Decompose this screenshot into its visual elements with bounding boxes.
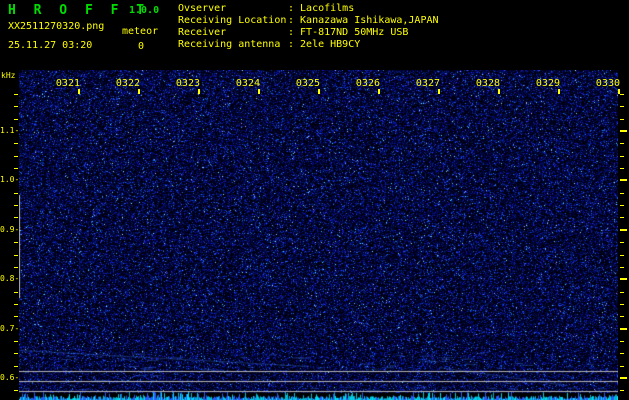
x-tick-label: 0329 (535, 78, 560, 89)
info-value: : Lacofilms (288, 3, 355, 14)
y-minor-tick-right (620, 168, 624, 170)
y-minor-tick-right (620, 242, 624, 244)
timestamp: 25.11.27 03:20 (8, 40, 93, 51)
info-value: : 2ele HB9CY (288, 39, 361, 50)
y-minor-tick-right (620, 316, 624, 318)
y-minor-tick-left (14, 266, 18, 268)
info-label: Receiving Location (178, 15, 287, 26)
y-major-tick-right (620, 228, 627, 231)
y-minor-tick-right (620, 266, 624, 268)
info-label: Receiver (178, 27, 227, 38)
info-value: : Kanazawa Ishikawa,JAPAN (288, 15, 439, 26)
y-minor-tick-left (14, 155, 18, 157)
x-tick-mark (378, 89, 380, 94)
y-major-tick-label: 0.8- (0, 274, 20, 284)
y-minor-tick-right (620, 93, 624, 95)
y-minor-tick-right (620, 291, 624, 293)
x-tick-label: 0321 (55, 78, 80, 89)
y-minor-tick-right (620, 353, 624, 355)
y-minor-tick-left (14, 365, 18, 367)
y-minor-tick-right (620, 143, 624, 145)
x-tick-label: 0325 (295, 78, 320, 89)
y-minor-tick-left (14, 353, 18, 355)
y-minor-tick-left (14, 340, 18, 342)
y-minor-tick-left (14, 205, 18, 207)
meteor-count: 0 (138, 41, 145, 52)
y-major-tick-label: 0.7- (0, 323, 20, 333)
info-label: Ovserver (178, 3, 227, 14)
y-minor-tick-left (14, 168, 18, 170)
x-tick-mark (498, 89, 500, 94)
y-minor-tick-left (14, 303, 18, 305)
y-minor-tick-left (14, 192, 18, 194)
x-tick-label: 0330 (595, 78, 620, 89)
y-minor-tick-left (14, 93, 18, 95)
info-row: Receiver : FT-817ND 50MHz USB (178, 27, 439, 39)
x-tick-mark (138, 89, 140, 94)
y-minor-tick-right (620, 217, 624, 219)
x-tick-mark (318, 89, 320, 94)
y-minor-tick-left (14, 390, 18, 392)
y-minor-tick-right (620, 106, 624, 108)
y-minor-tick-left (14, 106, 18, 108)
station-info-block: Ovserver : Lacofilms Receiving Location: K… (178, 3, 439, 51)
x-tick-label: 0327 (415, 78, 440, 89)
x-tick-mark (198, 89, 200, 94)
output-filename: XX2511270320.png (8, 21, 105, 32)
y-minor-tick-left (14, 118, 18, 120)
y-minor-tick-right (620, 254, 624, 256)
x-tick-label: 0323 (175, 78, 200, 89)
y-minor-tick-right (620, 365, 624, 367)
info-value: : FT-817ND 50MHz USB (288, 27, 409, 38)
y-minor-tick-right (620, 118, 624, 120)
y-minor-tick-left (14, 254, 18, 256)
y-minor-tick-right (620, 155, 624, 157)
y-minor-tick-left (14, 316, 18, 318)
y-major-tick-label: 1.0- (0, 175, 20, 185)
x-tick-mark (438, 89, 440, 94)
y-major-tick-right (620, 130, 627, 132)
x-tick-mark (618, 89, 620, 94)
x-tick-mark (258, 89, 260, 94)
y-major-tick-right (620, 278, 627, 281)
y-major-tick-label: 0.9- (0, 224, 20, 234)
info-row: Receiving Location: Kanazawa Ishikawa,JA… (178, 15, 439, 27)
spectrogram (19, 70, 618, 400)
y-minor-tick-left (14, 291, 18, 293)
y-major-tick-label: 0.6- (0, 373, 20, 382)
x-tick-mark (78, 89, 80, 94)
info-label: Receiving antenna (178, 39, 281, 50)
y-major-tick-right (620, 179, 627, 182)
x-tick-label: 0326 (355, 78, 380, 89)
x-tick-mark (558, 89, 560, 94)
x-tick-label: 0328 (475, 78, 500, 89)
y-axis-unit-label: kHz (1, 71, 16, 80)
x-tick-label: 0322 (115, 78, 140, 89)
y-minor-tick-right (620, 303, 624, 305)
y-minor-tick-right (620, 340, 624, 342)
y-minor-tick-right (620, 192, 624, 194)
x-tick-label: 0324 (235, 78, 260, 89)
app-version: 1.0.0 (129, 5, 160, 16)
y-minor-tick-left (14, 217, 18, 219)
y-major-tick-right (620, 377, 627, 379)
y-minor-tick-right (620, 390, 624, 392)
hrofft-window: H R O F F T 1.0.0 XX2511270320.png meteo… (0, 0, 629, 400)
y-minor-tick-left (14, 242, 18, 244)
info-row: Ovserver : Lacofilms (178, 3, 439, 15)
mode-label: meteor (122, 26, 159, 37)
y-minor-tick-right (620, 205, 624, 207)
y-major-tick-right (620, 327, 627, 330)
app-title: H R O F F T (8, 3, 150, 18)
y-minor-tick-left (14, 143, 18, 145)
info-row: Receiving antenna : 2ele HB9CY (178, 39, 439, 51)
y-major-tick-label: 1.1- (0, 126, 20, 135)
